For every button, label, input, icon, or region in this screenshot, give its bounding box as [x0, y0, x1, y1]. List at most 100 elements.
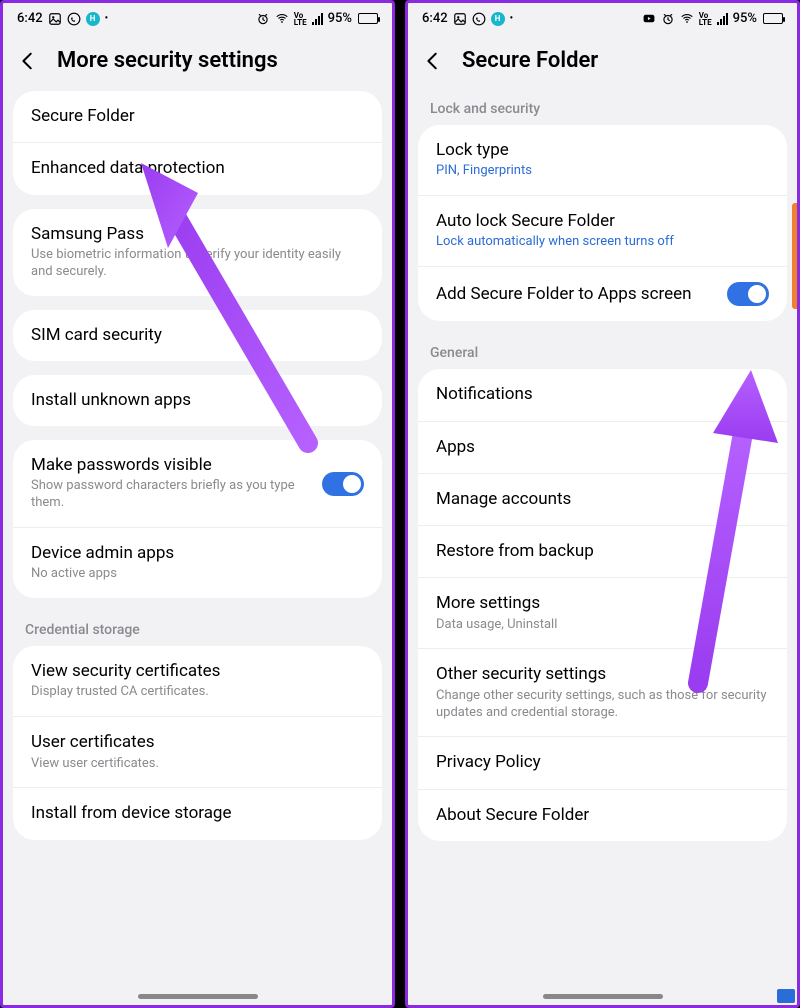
item-title: View security certificates [31, 661, 364, 682]
signal-icon [717, 13, 728, 25]
item-title: Make passwords visible [31, 455, 312, 476]
item-title: About Secure Folder [436, 805, 769, 826]
section-lock-security: Lock and security [408, 91, 797, 125]
signal-icon [312, 13, 323, 25]
battery-icon [763, 13, 783, 24]
item-user-certs[interactable]: User certificates View user certificates… [13, 717, 382, 788]
item-sim-security[interactable]: SIM card security [13, 310, 382, 361]
phone-more-security: 6:42 H • VoLTE 95% More sec [0, 0, 395, 1008]
scroll-indicator [792, 203, 797, 309]
back-button[interactable] [422, 50, 444, 72]
nav-bar[interactable] [138, 994, 258, 999]
item-title: Auto lock Secure Folder [436, 211, 769, 232]
item-title: SIM card security [31, 325, 364, 346]
item-subtitle: Use biometric information to verify your… [31, 247, 364, 281]
item-install-storage[interactable]: Install from device storage [13, 788, 382, 839]
page-header: Secure Folder [408, 30, 797, 91]
status-bar: 6:42 H • VoLTE 95% [3, 3, 392, 30]
item-title: Install unknown apps [31, 390, 364, 411]
page-header: More security settings [3, 30, 392, 91]
item-title: User certificates [31, 732, 364, 753]
alarm-icon [661, 12, 675, 26]
item-title: Samsung Pass [31, 224, 364, 245]
item-title: Other security settings [436, 664, 769, 685]
wifi-icon [275, 12, 289, 26]
section-credential-storage: Credential storage [3, 612, 392, 646]
item-title: Lock type [436, 140, 769, 161]
item-auto-lock[interactable]: Auto lock Secure Folder Lock automatical… [418, 196, 787, 267]
back-button[interactable] [17, 50, 39, 72]
alarm-icon [256, 12, 270, 26]
item-title: Enhanced data protection [31, 158, 364, 179]
item-enhanced-data[interactable]: Enhanced data protection [13, 143, 382, 194]
item-title: Apps [436, 437, 769, 458]
item-subtitle: Lock automatically when screen turns off [436, 234, 769, 251]
card-secure: Secure Folder Enhanced data protection [13, 91, 382, 195]
card-samsung-pass: Samsung Pass Use biometric information t… [13, 209, 382, 296]
gallery-icon [453, 12, 467, 26]
dot-icon: • [510, 13, 514, 24]
card-general: Notifications Apps Manage accounts Resto… [418, 369, 787, 841]
item-add-to-apps[interactable]: Add Secure Folder to Apps screen [418, 267, 787, 321]
item-title: Privacy Policy [436, 752, 769, 773]
status-time: 6:42 [17, 11, 43, 26]
corner-badge-icon [777, 989, 795, 1003]
passwords-visible-toggle[interactable] [322, 472, 364, 496]
item-title: Add Secure Folder to Apps screen [436, 284, 717, 305]
status-bar: 6:42 H • VoLTE 95% [408, 3, 797, 30]
card-lock-security: Lock type PIN, Fingerprints Auto lock Se… [418, 125, 787, 321]
item-more-settings[interactable]: More settings Data usage, Uninstall [418, 578, 787, 649]
item-about[interactable]: About Secure Folder [418, 790, 787, 841]
item-subtitle: Change other security settings, such as … [436, 688, 769, 722]
item-manage-accounts[interactable]: Manage accounts [418, 474, 787, 526]
item-subtitle: PIN, Fingerprints [436, 163, 769, 180]
item-title: Device admin apps [31, 543, 364, 564]
item-unknown-apps[interactable]: Install unknown apps [13, 375, 382, 426]
item-subtitle: View user certificates. [31, 756, 364, 773]
hz-badge-icon: H [491, 12, 505, 26]
item-subtitle: Show password characters briefly as you … [31, 478, 312, 512]
battery-icon [358, 13, 378, 24]
item-subtitle: No active apps [31, 566, 364, 583]
item-view-certs[interactable]: View security certificates Display trust… [13, 646, 382, 717]
youtube-icon [642, 12, 656, 26]
page-title: More security settings [57, 48, 278, 73]
item-restore-backup[interactable]: Restore from backup [418, 526, 787, 578]
lte-icon: VoLTE [294, 12, 307, 26]
item-samsung-pass[interactable]: Samsung Pass Use biometric information t… [13, 209, 382, 296]
gallery-icon [48, 12, 62, 26]
item-apps[interactable]: Apps [418, 422, 787, 474]
phone-secure-folder: 6:42 H • VoLTE 95% [405, 0, 800, 1008]
item-title: More settings [436, 593, 769, 614]
card-sim: SIM card security [13, 310, 382, 361]
wifi-icon [680, 12, 694, 26]
item-title: Manage accounts [436, 489, 769, 510]
item-privacy-policy[interactable]: Privacy Policy [418, 737, 787, 789]
item-passwords-visible[interactable]: Make passwords visible Show password cha… [13, 440, 382, 528]
battery-pct: 95% [328, 11, 352, 26]
item-notifications[interactable]: Notifications [418, 369, 787, 421]
page-title: Secure Folder [462, 48, 598, 73]
card-passwords: Make passwords visible Show password cha… [13, 440, 382, 598]
item-secure-folder[interactable]: Secure Folder [13, 91, 382, 143]
lte-icon: VoLTE [699, 12, 712, 26]
section-general: General [408, 335, 797, 369]
whatsapp-icon [472, 12, 486, 26]
item-subtitle: Display trusted CA certificates. [31, 684, 364, 701]
item-device-admin[interactable]: Device admin apps No active apps [13, 528, 382, 598]
item-other-security[interactable]: Other security settings Change other sec… [418, 649, 787, 737]
card-credentials: View security certificates Display trust… [13, 646, 382, 840]
card-unknown-apps: Install unknown apps [13, 375, 382, 426]
nav-bar[interactable] [543, 994, 663, 999]
item-title: Secure Folder [31, 106, 364, 127]
battery-pct: 95% [733, 11, 757, 26]
item-title: Notifications [436, 384, 769, 405]
item-title: Install from device storage [31, 803, 364, 824]
item-lock-type[interactable]: Lock type PIN, Fingerprints [418, 125, 787, 196]
add-to-apps-toggle[interactable] [727, 282, 769, 306]
item-subtitle: Data usage, Uninstall [436, 617, 769, 634]
status-time: 6:42 [422, 11, 448, 26]
hz-badge-icon: H [86, 12, 100, 26]
item-title: Restore from backup [436, 541, 769, 562]
dot-icon: • [105, 13, 109, 24]
